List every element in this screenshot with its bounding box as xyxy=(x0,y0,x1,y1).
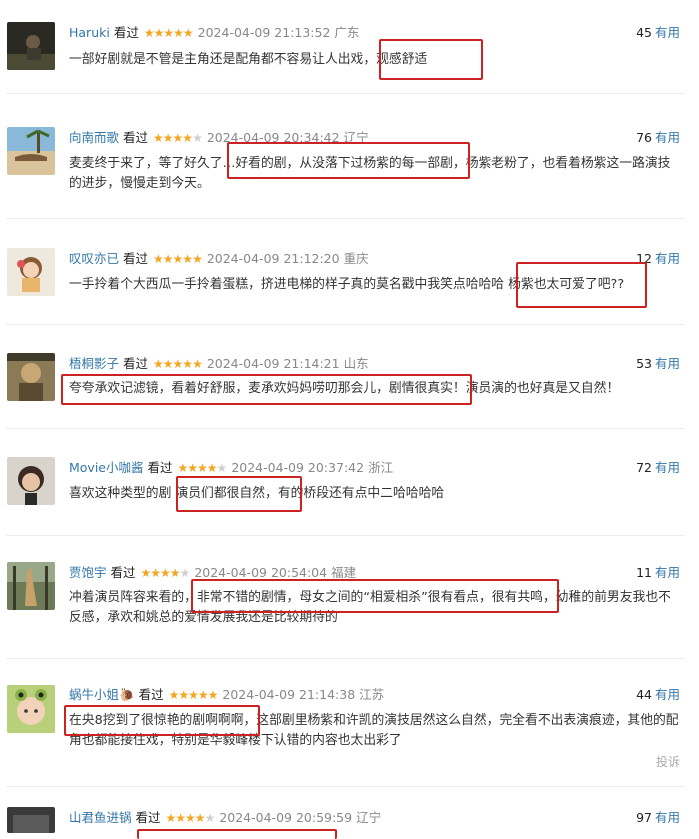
divider xyxy=(6,786,685,787)
username-link[interactable]: 贾饱宇 xyxy=(69,565,107,580)
rating-stars: ★★★★★ xyxy=(153,131,203,145)
vote-count: 53 xyxy=(636,356,652,371)
review-meta: 梧桐影子 看过 ★★★★★ 2024-04-09 21:14:21 山东 xyxy=(69,355,369,373)
avatar[interactable] xyxy=(7,248,55,296)
username-link[interactable]: Movie小咖酱 xyxy=(69,460,144,475)
vote-useful[interactable]: 76 有用 xyxy=(636,129,680,147)
review-location: 山东 xyxy=(343,356,369,371)
avatar[interactable] xyxy=(7,353,55,401)
vote-useful[interactable]: 11 有用 xyxy=(636,564,680,582)
review-time[interactable]: 2024-04-09 20:54:04 xyxy=(194,565,327,580)
watched-status: 看过 xyxy=(110,565,136,580)
avatar[interactable] xyxy=(7,457,55,505)
watched-status: 看过 xyxy=(123,251,149,266)
watched-status: 看过 xyxy=(135,810,161,825)
vote-useful[interactable]: 97 有用 xyxy=(636,809,680,827)
review-time[interactable]: 2024-04-09 20:37:42 xyxy=(231,460,364,475)
review-meta: 山君鱼进锅 看过 ★★★★★ 2024-04-09 20:59:59 辽宁 xyxy=(69,809,381,827)
highlight-box xyxy=(61,374,472,405)
useful-button[interactable]: 有用 xyxy=(655,810,680,825)
review-meta: Haruki 看过 ★★★★★ 2024-04-09 21:13:52 广东 xyxy=(69,24,359,42)
review-time[interactable]: 2024-04-09 21:14:38 xyxy=(222,687,355,702)
username-link[interactable]: Haruki xyxy=(69,25,110,40)
watched-status: 看过 xyxy=(138,687,164,702)
rating-stars: ★★★★★ xyxy=(177,461,228,475)
highlight-box xyxy=(191,579,559,613)
review-time[interactable]: 2024-04-09 21:14:21 xyxy=(207,356,340,371)
vote-count: 11 xyxy=(636,565,652,580)
username-link[interactable]: 梧桐影子 xyxy=(69,356,119,371)
watched-status: 看过 xyxy=(147,460,173,475)
review-meta: 叹叹亦已 看过 ★★★★★ 2024-04-09 21:12:20 重庆 xyxy=(69,250,369,268)
divider xyxy=(6,324,685,325)
review-text: 一部好剧就是不管是主角还是配角都不容易让人出戏，观感舒适 xyxy=(69,52,428,67)
review-location: 广东 xyxy=(334,25,360,40)
useful-button[interactable]: 有用 xyxy=(655,356,680,371)
highlight-box xyxy=(227,142,470,179)
useful-button[interactable]: 有用 xyxy=(655,687,680,702)
review-time[interactable]: 2024-04-09 20:59:59 xyxy=(219,810,352,825)
avatar[interactable] xyxy=(7,127,55,175)
review-time[interactable]: 2024-04-09 21:12:20 xyxy=(207,251,340,266)
avatar[interactable] xyxy=(7,22,55,70)
highlight-box xyxy=(516,262,647,308)
review-meta: 蜗牛小姐🐌 看过 ★★★★★ 2024-04-09 21:14:38 江苏 xyxy=(69,686,384,704)
review-location: 浙江 xyxy=(368,460,394,475)
useful-button[interactable]: 有用 xyxy=(655,460,680,475)
review-location: 辽宁 xyxy=(356,810,382,825)
watched-status: 看过 xyxy=(113,25,139,40)
divider xyxy=(6,658,685,659)
rating-stars: ★★★★★ xyxy=(140,566,191,580)
divider xyxy=(6,218,685,219)
username-link[interactable]: 向南而歌 xyxy=(69,130,119,145)
vote-count: 45 xyxy=(636,25,652,40)
review-location: 重庆 xyxy=(343,251,369,266)
highlight-box xyxy=(176,476,302,512)
useful-button[interactable]: 有用 xyxy=(655,25,680,40)
divider xyxy=(6,428,685,429)
vote-count: 97 xyxy=(636,810,652,825)
review-location: 福建 xyxy=(331,565,357,580)
highlight-box xyxy=(137,829,337,839)
review-meta: Movie小咖酱 看过 ★★★★★ 2024-04-09 20:37:42 浙江 xyxy=(69,459,393,477)
vote-count: 76 xyxy=(636,130,652,145)
review-location: 江苏 xyxy=(359,687,385,702)
vote-useful[interactable]: 45 有用 xyxy=(636,24,680,42)
avatar[interactable] xyxy=(7,685,55,733)
watched-status: 看过 xyxy=(123,356,149,371)
vote-count: 44 xyxy=(636,687,652,702)
highlight-box xyxy=(379,39,483,80)
username-link[interactable]: 叹叹亦已 xyxy=(69,251,119,266)
vote-count: 72 xyxy=(636,460,652,475)
username-link[interactable]: 蜗牛小姐🐌 xyxy=(69,687,135,702)
avatar[interactable] xyxy=(7,807,55,833)
report-link[interactable]: 投诉 xyxy=(656,753,680,770)
avatar[interactable] xyxy=(7,562,55,610)
rating-stars: ★★★★★ xyxy=(143,26,194,40)
watched-status: 看过 xyxy=(123,130,149,145)
useful-button[interactable]: 有用 xyxy=(655,130,680,145)
rating-stars: ★★★★★ xyxy=(153,252,203,266)
rating-stars: ★★★★★ xyxy=(153,357,203,371)
vote-useful[interactable]: 53 有用 xyxy=(636,355,680,373)
rating-stars: ★★★★★ xyxy=(165,811,216,825)
divider xyxy=(6,535,685,536)
useful-button[interactable]: 有用 xyxy=(655,251,680,266)
highlight-box xyxy=(64,705,260,736)
divider xyxy=(6,93,685,94)
username-link[interactable]: 山君鱼进锅 xyxy=(69,810,132,825)
review-text: 喜欢这种类型的剧 演员们都很自然，有的桥段还有点中二哈哈哈哈 xyxy=(69,486,445,501)
vote-useful[interactable]: 72 有用 xyxy=(636,459,680,477)
rating-stars: ★★★★★ xyxy=(168,688,219,702)
useful-button[interactable]: 有用 xyxy=(655,565,680,580)
vote-useful[interactable]: 44 有用 xyxy=(636,686,680,704)
review-time[interactable]: 2024-04-09 21:13:52 xyxy=(198,25,331,40)
